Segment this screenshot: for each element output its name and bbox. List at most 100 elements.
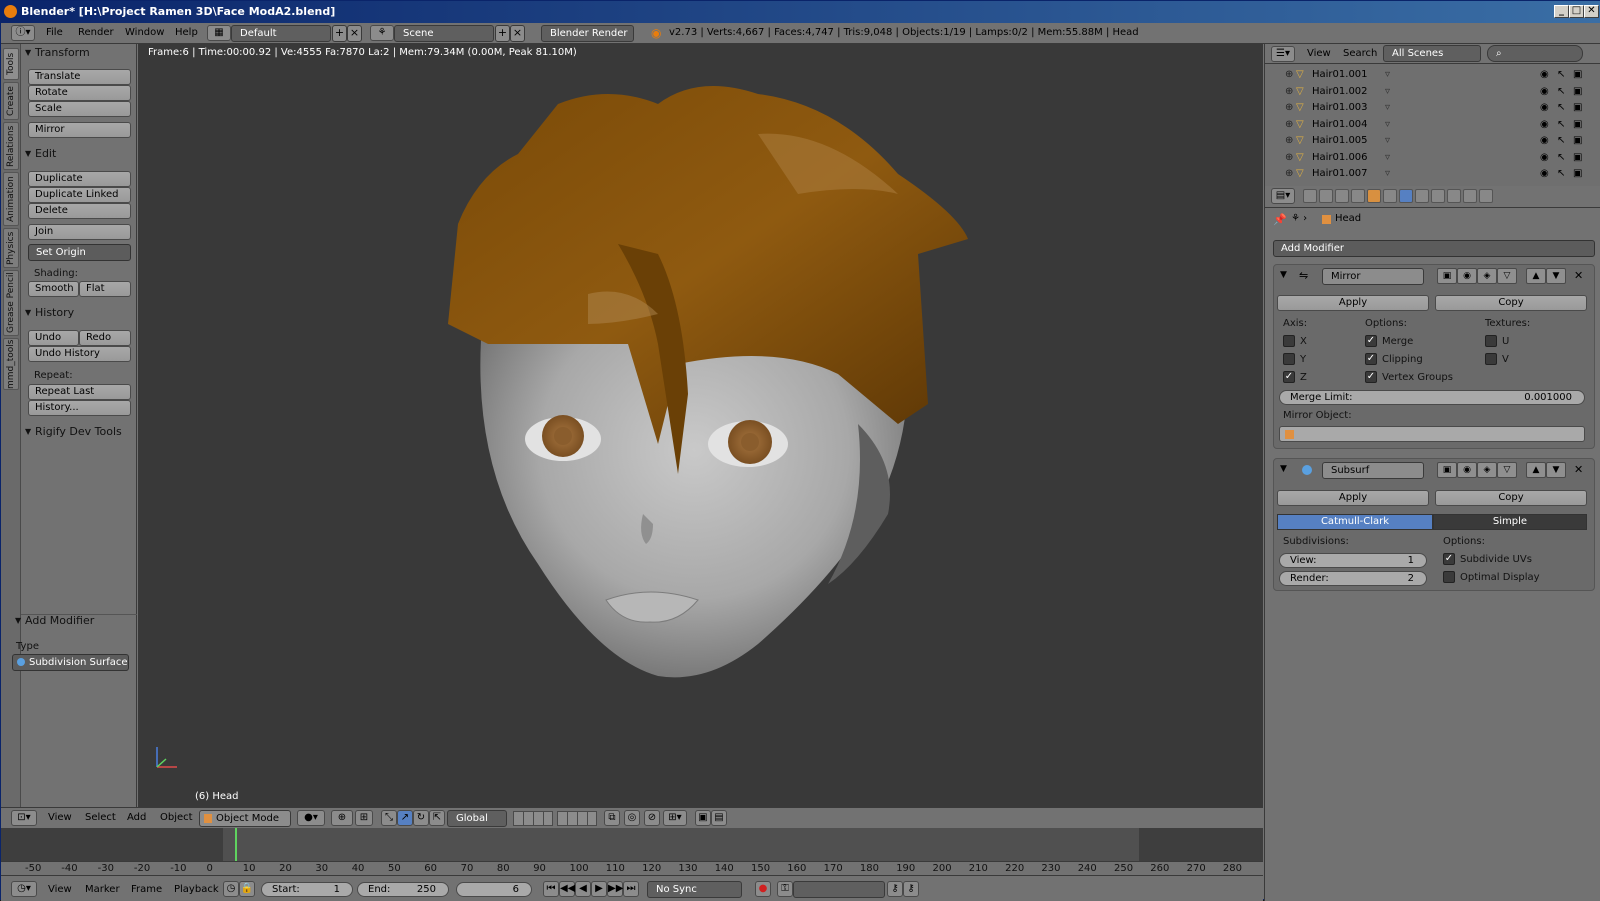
remove-scene-button[interactable]: × [510,25,525,42]
play-icon[interactable]: ▶ [591,881,607,897]
repeat-last-button[interactable]: Repeat Last [28,384,131,400]
subsurf-apply-button[interactable]: Apply [1277,490,1429,506]
redo-button[interactable]: Redo [79,330,131,346]
panel-transform-header[interactable]: Transform [25,44,135,62]
scene-icon[interactable]: ⚘ [370,25,394,41]
keying-set-icon[interactable]: ⚿ [777,881,793,897]
outliner-row[interactable]: ⊕ ▽ Hair01.007 ▿ ◉ ↖ ▣ [1265,166,1590,182]
selectability-arrow-icon[interactable]: ↖ [1557,150,1565,166]
add-scene-button[interactable]: + [495,25,510,42]
search-input[interactable]: ⌕ [1487,45,1583,62]
expand-icon[interactable]: ⊕ [1285,100,1293,116]
delete-keyframe-icon[interactable]: ⚷ [903,881,919,897]
snap-element-icon[interactable]: ⊞▾ [663,810,687,826]
outliner-row[interactable]: ⊕ ▽ Hair01.006 ▿ ◉ ↖ ▣ [1265,150,1590,166]
lock-range-icon[interactable]: 🔒 [239,881,255,897]
insert-keyframe-icon[interactable]: ⚷ [887,881,903,897]
axis-y-checkbox[interactable] [1283,353,1295,365]
current-frame-field[interactable]: 6 [456,882,532,897]
scale-button[interactable]: Scale [28,101,131,117]
maximize-button[interactable]: □ [1569,5,1584,18]
outliner-row[interactable]: ⊕ ▽ Hair01.001 ▿ ◉ ↖ ▣ [1265,67,1590,83]
collapse-icon[interactable]: ▼ [1280,464,1287,474]
remove-modifier-icon[interactable]: ✕ [1574,269,1583,282]
viewport-shading-icon[interactable]: ●▾ [297,810,325,826]
tab-grease-pencil[interactable]: Grease Pencil [3,270,19,336]
history-button[interactable]: History... [28,400,131,416]
constraints-tab-icon[interactable] [1383,189,1397,203]
tab-tools[interactable]: Tools [3,48,19,80]
jump-end-icon[interactable]: ⏭ [623,881,639,897]
menu-window[interactable]: Window [125,27,164,38]
start-frame-field[interactable]: Start: 1 [261,882,353,897]
subdivide-uvs-checkbox[interactable]: ✓ [1443,553,1455,565]
3d-viewport[interactable]: Frame:6 | Time:00:00.92 | Ve:4555 Fa:787… [138,44,1263,807]
menu-view[interactable]: View [48,884,72,895]
undo-history-button[interactable]: Undo History [28,346,131,362]
tab-create[interactable]: Create [3,82,19,120]
world-tab-icon[interactable] [1351,189,1365,203]
transform-orientation-select[interactable]: Global [447,810,507,827]
visibility-eye-icon[interactable]: ◉ [1540,117,1549,133]
menu-marker[interactable]: Marker [85,884,120,895]
move-down-icon[interactable]: ▼ [1546,462,1566,478]
render-levels-field[interactable]: Render: 2 [1279,571,1427,586]
minimize-button[interactable]: _ [1554,5,1569,18]
tab-mmd-tools[interactable]: mmd_tools [3,338,19,390]
snap-icon[interactable]: ⊘ [644,810,660,826]
duplicate-linked-button[interactable]: Duplicate Linked [28,187,131,203]
texture-v-checkbox[interactable] [1485,353,1497,365]
visibility-eye-icon[interactable]: ◉ [1540,166,1549,182]
mirror-name-field[interactable]: Mirror [1322,268,1424,285]
modifiers-tab-icon[interactable] [1399,189,1413,203]
tab-relations[interactable]: Relations [3,122,19,170]
data-tab-icon[interactable] [1415,189,1429,203]
tab-physics[interactable]: Physics [3,228,19,268]
display-mode-select[interactable]: All Scenes [1383,45,1481,62]
menu-file[interactable]: File [46,27,63,38]
pin-icon[interactable]: 📌 [1273,213,1287,226]
editor-type-properties-icon[interactable]: ▤▾ [1271,188,1295,204]
close-button[interactable]: ✕ [1584,5,1599,18]
menu-frame[interactable]: Frame [131,884,162,895]
menu-view[interactable]: View [48,812,72,823]
visibility-eye-icon[interactable]: ◉ [1540,150,1549,166]
outliner-row[interactable]: ⊕ ▽ Hair01.002 ▿ ◉ ↖ ▣ [1265,84,1590,100]
sync-mode-select[interactable]: No Sync [647,881,742,898]
physics-tab-icon[interactable] [1479,189,1493,203]
timeline[interactable]: -50 -40 -30 -20 -10 0 10 20 30 40 50 60 70 80 90 100 110… [1,828,1263,875]
remove-layout-button[interactable]: × [347,25,362,42]
record-icon[interactable]: ● [755,881,771,897]
render-camera-icon[interactable]: ▣ [1573,150,1582,166]
mirror-apply-button[interactable]: Apply [1277,295,1429,311]
screen-layout-icon[interactable]: ▦ [207,25,231,41]
render-layers-tab-icon[interactable] [1319,189,1333,203]
rotate-manipulator-icon[interactable]: ↻ [413,810,429,826]
current-frame-indicator[interactable] [235,828,237,861]
collapse-icon[interactable]: ▼ [1280,270,1287,280]
show-viewport-icon[interactable]: ◉ [1457,462,1477,478]
panel-history-header[interactable]: History [25,304,135,322]
editor-type-outliner-icon[interactable]: ☰▾ [1271,46,1295,62]
selectability-arrow-icon[interactable]: ↖ [1557,133,1565,149]
render-tab-icon[interactable] [1303,189,1317,203]
object-tab-icon[interactable] [1367,189,1381,203]
outliner-row[interactable]: ⊕ ▽ Hair01.004 ▿ ◉ ↖ ▣ [1265,117,1590,133]
render-engine-select[interactable]: Blender Render [541,25,634,42]
menu-object[interactable]: Object [160,812,193,823]
outliner-row[interactable]: ⊕ ▽ Hair01.005 ▿ ◉ ↖ ▣ [1265,133,1590,149]
end-frame-field[interactable]: End: 250 [357,882,449,897]
duplicate-button[interactable]: Duplicate [28,171,131,187]
menu-select[interactable]: Select [85,812,116,823]
clipping-checkbox[interactable]: ✓ [1365,353,1377,365]
visibility-eye-icon[interactable]: ◉ [1540,100,1549,116]
selectability-arrow-icon[interactable]: ↖ [1557,67,1565,83]
scale-manipulator-icon[interactable]: ⇱ [429,810,445,826]
opengl-render-icon[interactable]: ▣ [695,810,711,826]
axis-x-checkbox[interactable] [1283,335,1295,347]
screen-layout-field[interactable]: Default [231,25,331,42]
texture-u-checkbox[interactable] [1485,335,1497,347]
render-camera-icon[interactable]: ▣ [1573,100,1582,116]
delete-button[interactable]: Delete [28,203,131,219]
simple-option[interactable]: Simple [1433,514,1587,530]
